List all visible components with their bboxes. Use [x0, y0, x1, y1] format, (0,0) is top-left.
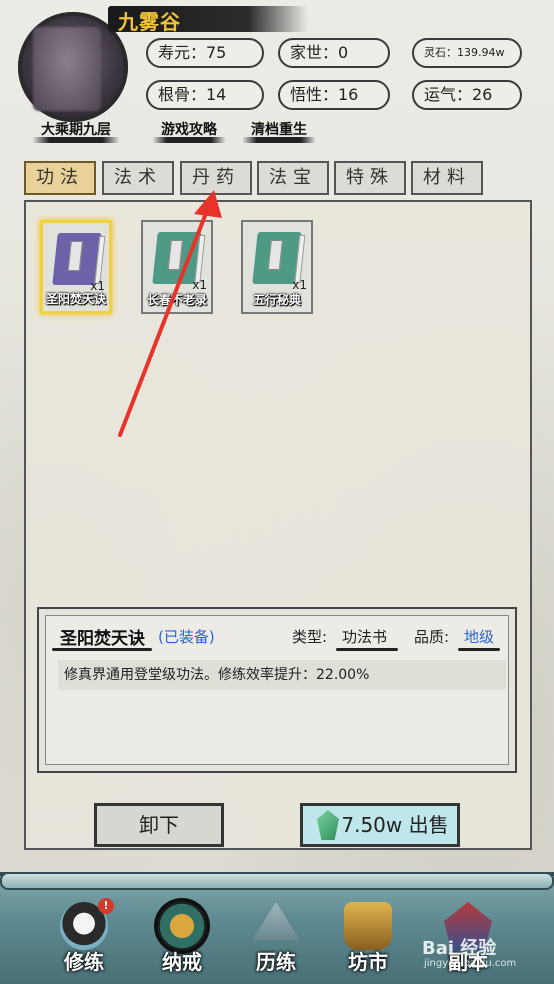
- nav-najie[interactable]: 纳戒: [142, 898, 222, 982]
- nav-label: 修练: [64, 950, 104, 974]
- nav-label: 历练: [256, 950, 296, 974]
- alert-badge: !: [98, 898, 114, 914]
- annotation-arrow: [118, 190, 222, 437]
- watermark-url: jingyan.baidu.com: [424, 958, 517, 969]
- nav-fangshi[interactable]: 坊市: [328, 898, 408, 982]
- nav-lilian[interactable]: 历练: [236, 898, 316, 982]
- nav-label: 坊市: [348, 950, 388, 974]
- mountain-icon: [252, 902, 300, 941]
- ring-icon: [158, 902, 206, 950]
- scroll-rod-decoration: [0, 872, 554, 890]
- nav-label: 纳戒: [162, 950, 202, 974]
- treasure-bowl-icon: [344, 902, 392, 950]
- nav-xiulian[interactable]: ! 修练: [44, 898, 124, 982]
- watermark: Bai 经验: [422, 938, 497, 959]
